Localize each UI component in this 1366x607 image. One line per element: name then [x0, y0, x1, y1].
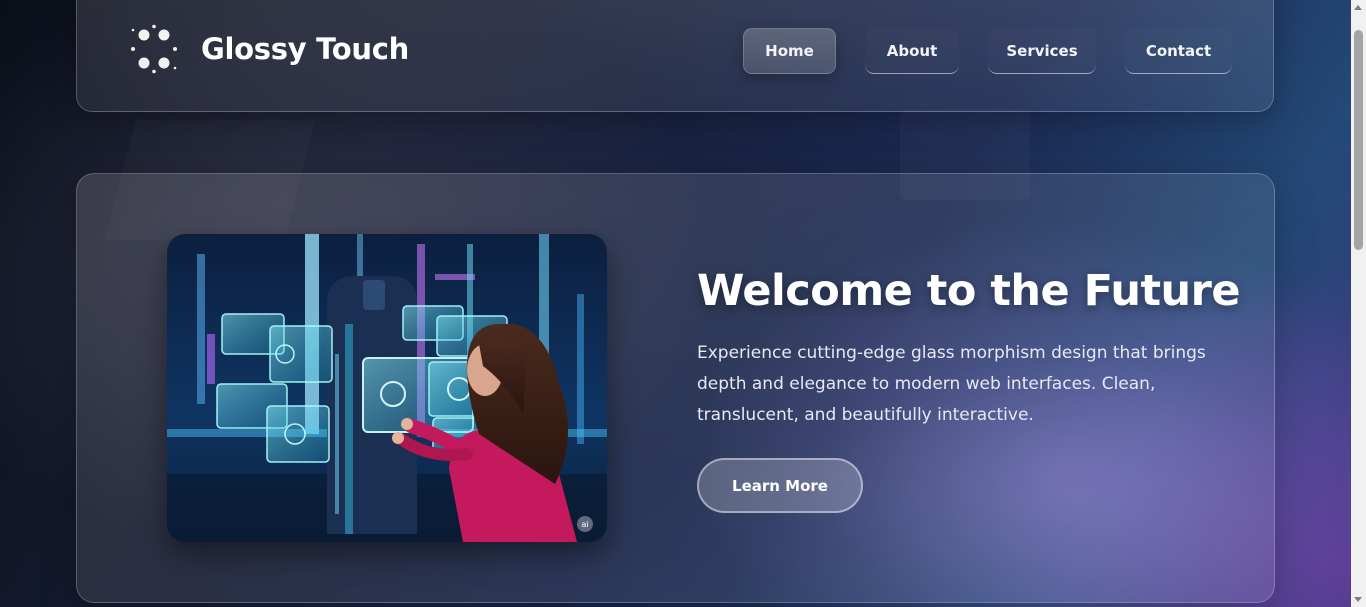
learn-more-button[interactable]: Learn More: [697, 458, 863, 513]
nav-home-button[interactable]: Home: [743, 28, 836, 74]
scroll-thumb[interactable]: [1354, 30, 1363, 250]
scroll-down-icon[interactable]: [1354, 597, 1362, 602]
futuristic-interface-illustration: ai: [167, 234, 607, 542]
nav-about-button[interactable]: About: [865, 28, 959, 74]
scroll-up-icon[interactable]: [1354, 5, 1362, 10]
dots-circle-icon: [131, 24, 177, 74]
brand[interactable]: Glossy Touch: [129, 24, 409, 74]
hero-title: Welcome to the Future: [697, 266, 1241, 316]
brand-name: Glossy Touch: [201, 32, 409, 66]
hero-card: ai Welcome to the Future Experience cutt…: [76, 173, 1275, 603]
image-badge: ai: [581, 520, 588, 529]
hero-description: Experience cutting-edge glass morphism d…: [697, 343, 1206, 425]
nav-contact-button[interactable]: Contact: [1125, 28, 1232, 74]
hero-image: ai: [167, 234, 607, 542]
vertical-scrollbar[interactable]: [1351, 0, 1366, 607]
nav-services-button[interactable]: Services: [988, 28, 1096, 74]
header-bar: Glossy Touch Home About Services Contact: [76, 0, 1274, 112]
